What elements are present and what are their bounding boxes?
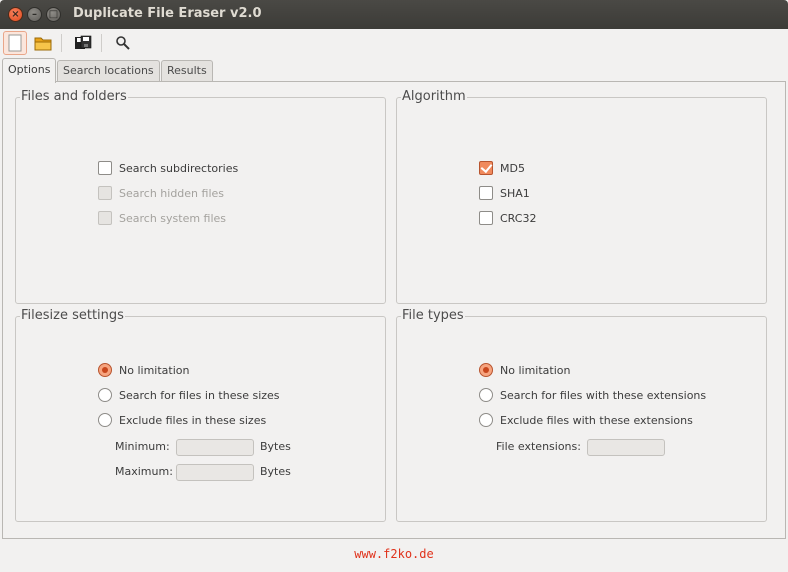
minimize-window-button[interactable]: –	[27, 7, 42, 22]
filetypes-search-extensions-radio[interactable]: Search for files with these extensions	[479, 387, 706, 403]
maximum-label: Maximum:	[115, 465, 173, 478]
radio-button[interactable]	[479, 363, 493, 377]
toolbar-separator	[61, 34, 62, 52]
checkbox-box[interactable]	[98, 161, 112, 175]
radio-label: No limitation	[500, 363, 571, 377]
new-document-icon	[8, 34, 22, 52]
radio-button[interactable]	[98, 363, 112, 377]
window-title: Duplicate File Eraser v2.0	[73, 6, 262, 21]
crc32-checkbox[interactable]: CRC32	[479, 210, 536, 226]
search-subdirectories-checkbox[interactable]: Search subdirectories	[98, 160, 238, 176]
minimum-size-input[interactable]	[176, 439, 254, 456]
filesize-exclude-sizes-radio[interactable]: Exclude files in these sizes	[98, 412, 266, 428]
checkbox-label: Search subdirectories	[119, 161, 239, 175]
search-hidden-files-checkbox[interactable]: Search hidden files	[98, 185, 224, 201]
open-folder-icon	[34, 37, 52, 51]
group-title: Algorithm	[401, 89, 467, 104]
tab-search-locations[interactable]: Search locations	[57, 60, 160, 82]
save-icon	[75, 35, 92, 49]
radio-button[interactable]	[98, 413, 112, 427]
search-system-files-checkbox[interactable]: Search system files	[98, 210, 226, 226]
website-link[interactable]: www.f2ko.de	[0, 547, 788, 561]
toolbar-separator	[101, 34, 102, 52]
radio-label: Search for files in these sizes	[119, 388, 280, 402]
radio-button[interactable]	[98, 388, 112, 402]
checkbox-label: MD5	[500, 161, 525, 175]
title-bar: × – □ Duplicate File Eraser v2.0	[0, 0, 788, 29]
maximize-window-button[interactable]: □	[46, 7, 61, 22]
radio-button[interactable]	[479, 413, 493, 427]
close-window-button[interactable]: ×	[8, 7, 23, 22]
checkbox-box[interactable]	[479, 161, 493, 175]
tab-results[interactable]: Results	[161, 60, 213, 82]
minimum-label: Minimum:	[115, 440, 170, 453]
minimum-unit-label: Bytes	[260, 440, 291, 453]
save-button[interactable]	[71, 31, 95, 55]
options-page: Files and folders Search subdirectories …	[2, 81, 786, 539]
checkbox-box[interactable]	[98, 186, 112, 200]
checkbox-box[interactable]	[98, 211, 112, 225]
checkbox-box[interactable]	[479, 211, 493, 225]
radio-button[interactable]	[479, 388, 493, 402]
filesize-no-limitation-radio[interactable]: No limitation	[98, 362, 189, 378]
sha1-checkbox[interactable]: SHA1	[479, 185, 530, 201]
search-icon	[116, 36, 130, 50]
filetypes-no-limitation-radio[interactable]: No limitation	[479, 362, 570, 378]
maximum-unit-label: Bytes	[260, 465, 291, 478]
new-button[interactable]	[3, 31, 27, 55]
checkbox-label: Search hidden files	[119, 186, 224, 200]
radio-label: Search for files with these extensions	[500, 388, 707, 402]
toolbar	[0, 29, 788, 57]
open-button[interactable]	[31, 31, 55, 55]
radio-label: Exclude files with these extensions	[500, 413, 693, 427]
md5-checkbox[interactable]: MD5	[479, 160, 525, 176]
checkbox-label: SHA1	[500, 186, 530, 200]
checkbox-label: Search system files	[119, 211, 227, 225]
group-title: Filesize settings	[20, 308, 125, 323]
file-extensions-input[interactable]	[587, 439, 665, 456]
filesize-search-sizes-radio[interactable]: Search for files in these sizes	[98, 387, 280, 403]
filetypes-exclude-extensions-radio[interactable]: Exclude files with these extensions	[479, 412, 693, 428]
tab-options[interactable]: Options	[2, 58, 57, 83]
filesize-settings-group: Filesize settings No limitation Search f…	[15, 308, 386, 522]
radio-label: Exclude files in these sizes	[119, 413, 267, 427]
files-and-folders-group: Files and folders Search subdirectories …	[15, 89, 386, 304]
group-title: Files and folders	[20, 89, 128, 104]
maximum-size-input[interactable]	[176, 464, 254, 481]
checkbox-label: CRC32	[500, 211, 537, 225]
checkbox-box[interactable]	[479, 186, 493, 200]
search-button[interactable]	[111, 31, 135, 55]
algorithm-group: Algorithm MD5 SHA1 CRC32	[396, 89, 767, 304]
radio-label: No limitation	[119, 363, 190, 377]
group-title: File types	[401, 308, 465, 323]
file-extensions-label: File extensions:	[496, 440, 581, 453]
file-types-group: File types No limitation Search for file…	[396, 308, 767, 522]
